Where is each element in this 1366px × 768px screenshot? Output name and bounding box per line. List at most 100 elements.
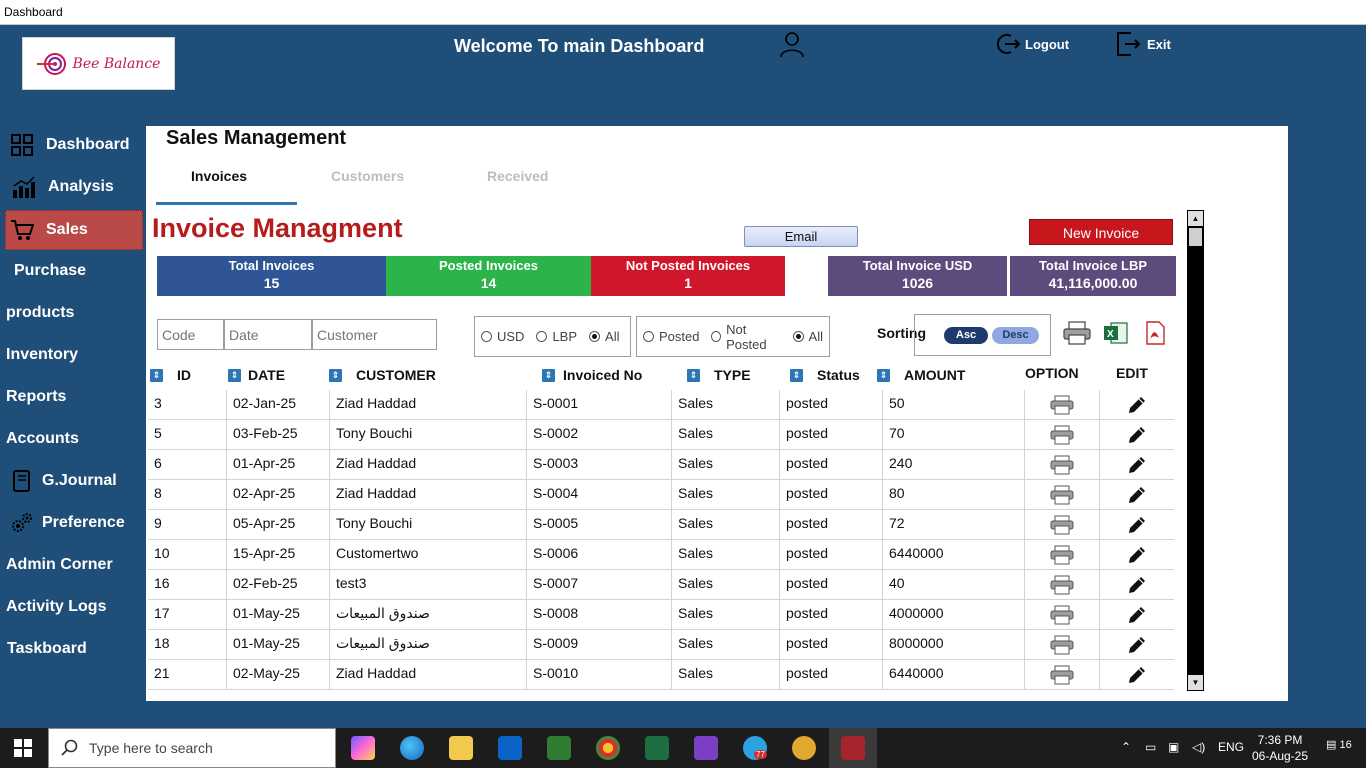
tray-chevron-icon[interactable]: ⌃ <box>1121 740 1131 754</box>
edit-row-button[interactable] <box>1099 630 1174 660</box>
col-header-type[interactable]: ⇕ TYPE <box>687 367 751 383</box>
excel-taskbar-icon[interactable] <box>645 736 669 760</box>
excel-icon[interactable]: X <box>1101 321 1131 345</box>
logout-button[interactable]: Logout <box>995 31 1069 57</box>
edit-row-button[interactable] <box>1099 570 1174 600</box>
sort-desc-button[interactable]: Desc <box>992 327 1039 344</box>
edit-row-button[interactable] <box>1099 540 1174 570</box>
sidebar-item-taskboard[interactable]: Taskboard <box>0 629 145 669</box>
edit-row-button[interactable] <box>1099 420 1174 450</box>
windows-start-icon[interactable] <box>14 739 32 757</box>
sidebar-item-reports[interactable]: Reports <box>0 377 145 417</box>
sidebar-item-sales[interactable]: Sales <box>5 210 143 250</box>
table-row[interactable]: 9 05-Apr-25 Tony Bouchi S-0005 Sales posted 72 <box>148 510 1174 540</box>
radio-status-all[interactable]: All <box>792 329 823 344</box>
table-row[interactable]: 21 02-May-25 Ziad Haddad S-0010 Sales posted 6… <box>148 660 1174 690</box>
sidebar-item-preference[interactable]: Preference <box>0 503 145 543</box>
logo-text: Bee Balance <box>72 55 161 72</box>
radio-lbp[interactable]: LBP <box>536 329 577 344</box>
battery-icon[interactable]: ▭ <box>1145 740 1156 754</box>
customer-input[interactable] <box>312 319 437 350</box>
col-header-amount[interactable]: ⇕ AMOUNT <box>877 367 965 383</box>
notification-icon: ▤ <box>1326 739 1337 751</box>
col-header-customer[interactable]: ⇕ CUSTOMER <box>329 367 436 383</box>
print-row-button[interactable] <box>1024 450 1099 480</box>
user-icon[interactable] <box>778 30 806 58</box>
system-clock[interactable]: 7:36 PM 06-Aug-25 <box>1250 732 1310 764</box>
telegram-icon[interactable]: 77 <box>743 736 767 760</box>
date-input[interactable] <box>224 319 312 350</box>
radio-currency-all[interactable]: All <box>589 329 619 344</box>
chrome-icon[interactable] <box>596 736 620 760</box>
col-header-id[interactable]: ⇕ ID <box>150 367 191 383</box>
code-input[interactable] <box>157 319 224 350</box>
printer-icon[interactable] <box>1062 321 1092 345</box>
table-row[interactable]: 18 01-May-25 صندوق المبيعات S-0009 Sales post… <box>148 630 1174 660</box>
scroll-down-icon[interactable]: ▼ <box>1188 675 1203 690</box>
sidebar-item-products[interactable]: products <box>0 293 145 333</box>
table-row[interactable]: 3 02-Jan-25 Ziad Haddad S-0001 Sales posted 50 <box>148 390 1174 420</box>
scroll-thumb[interactable] <box>1189 228 1202 246</box>
tab-customers[interactable]: Customers <box>331 168 404 184</box>
table-row[interactable]: 6 01-Apr-25 Ziad Haddad S-0003 Sales posted 24… <box>148 450 1174 480</box>
edit-row-button[interactable] <box>1099 390 1174 420</box>
email-button[interactable]: Email <box>744 226 858 247</box>
print-row-button[interactable] <box>1024 480 1099 510</box>
pdf-icon[interactable] <box>1139 321 1169 345</box>
print-row-button[interactable] <box>1024 600 1099 630</box>
sort-asc-button[interactable]: Asc <box>944 327 988 344</box>
print-row-button[interactable] <box>1024 630 1099 660</box>
edit-row-button[interactable] <box>1099 660 1174 690</box>
col-header-status[interactable]: ⇕ Status <box>790 367 860 383</box>
print-row-button[interactable] <box>1024 390 1099 420</box>
sidebar-item-activity-logs[interactable]: Activity Logs <box>0 587 145 627</box>
col-header-invoiced-no[interactable]: ⇕ Invoiced No <box>542 367 642 383</box>
sidebar-item-purchase[interactable]: Purchase <box>0 251 145 291</box>
edit-row-button[interactable] <box>1099 450 1174 480</box>
print-row-button[interactable] <box>1024 540 1099 570</box>
edit-row-button[interactable] <box>1099 600 1174 630</box>
table-row[interactable]: 8 02-Apr-25 Ziad Haddad S-0004 Sales posted 80 <box>148 480 1174 510</box>
outlook-icon[interactable] <box>498 736 522 760</box>
table-row[interactable]: 16 02-Feb-25 test3 S-0007 Sales posted 40 <box>148 570 1174 600</box>
print-row-button[interactable] <box>1024 510 1099 540</box>
print-row-button[interactable] <box>1024 570 1099 600</box>
sidebar-item-analysis[interactable]: Analysis <box>0 167 145 207</box>
app-window: Bee Balance Welcome To main Dashboard Lo… <box>0 25 1366 728</box>
tools-icon[interactable] <box>547 736 571 760</box>
scroll-up-icon[interactable]: ▲ <box>1188 211 1203 226</box>
sidebar-item-accounts[interactable]: Accounts <box>0 419 145 459</box>
network-icon[interactable]: ▣ <box>1168 740 1179 754</box>
taskbar-search[interactable]: Type here to search <box>48 728 336 768</box>
print-row-button[interactable] <box>1024 420 1099 450</box>
radio-not-posted[interactable]: Not Posted <box>711 322 780 352</box>
file-explorer-icon[interactable] <box>449 736 473 760</box>
notification-center[interactable]: ▤ 16 <box>1326 738 1352 751</box>
new-invoice-button[interactable]: New Invoice <box>1029 219 1173 245</box>
language-indicator[interactable]: ENG <box>1218 740 1244 754</box>
table-row[interactable]: 5 03-Feb-25 Tony Bouchi S-0002 Sales posted 70 <box>148 420 1174 450</box>
game-app-icon[interactable] <box>792 736 816 760</box>
radio-posted[interactable]: Posted <box>643 329 699 344</box>
access-icon[interactable] <box>841 736 865 760</box>
exit-button[interactable]: Exit <box>1115 29 1171 59</box>
vertical-scrollbar[interactable]: ▲ ▼ <box>1187 210 1204 691</box>
sidebar-item-admin-corner[interactable]: Admin Corner <box>0 545 145 585</box>
edge-icon[interactable] <box>400 736 424 760</box>
visual-studio-icon[interactable] <box>694 736 718 760</box>
table-row[interactable]: 17 01-May-25 صندوق المبيعات S-0008 Sales post… <box>148 600 1174 630</box>
radio-usd[interactable]: USD <box>481 329 524 344</box>
copilot-icon[interactable] <box>351 736 375 760</box>
edit-row-button[interactable] <box>1099 480 1174 510</box>
table-row[interactable]: 10 15-Apr-25 Customertwo S-0006 Sales posted 6… <box>148 540 1174 570</box>
tab-invoices[interactable]: Invoices <box>191 168 247 184</box>
volume-icon[interactable]: ◁) <box>1192 740 1205 754</box>
sidebar-item-inventory[interactable]: Inventory <box>0 335 145 375</box>
tab-received[interactable]: Received <box>487 168 548 184</box>
print-row-button[interactable] <box>1024 660 1099 690</box>
col-header-date[interactable]: ⇕ DATE <box>228 367 285 383</box>
edit-row-button[interactable] <box>1099 510 1174 540</box>
sidebar-item-dashboard[interactable]: Dashboard <box>0 125 145 165</box>
sidebar-item-gjournal[interactable]: G.Journal <box>0 461 145 501</box>
sidebar-item-label: Taskboard <box>7 640 87 657</box>
